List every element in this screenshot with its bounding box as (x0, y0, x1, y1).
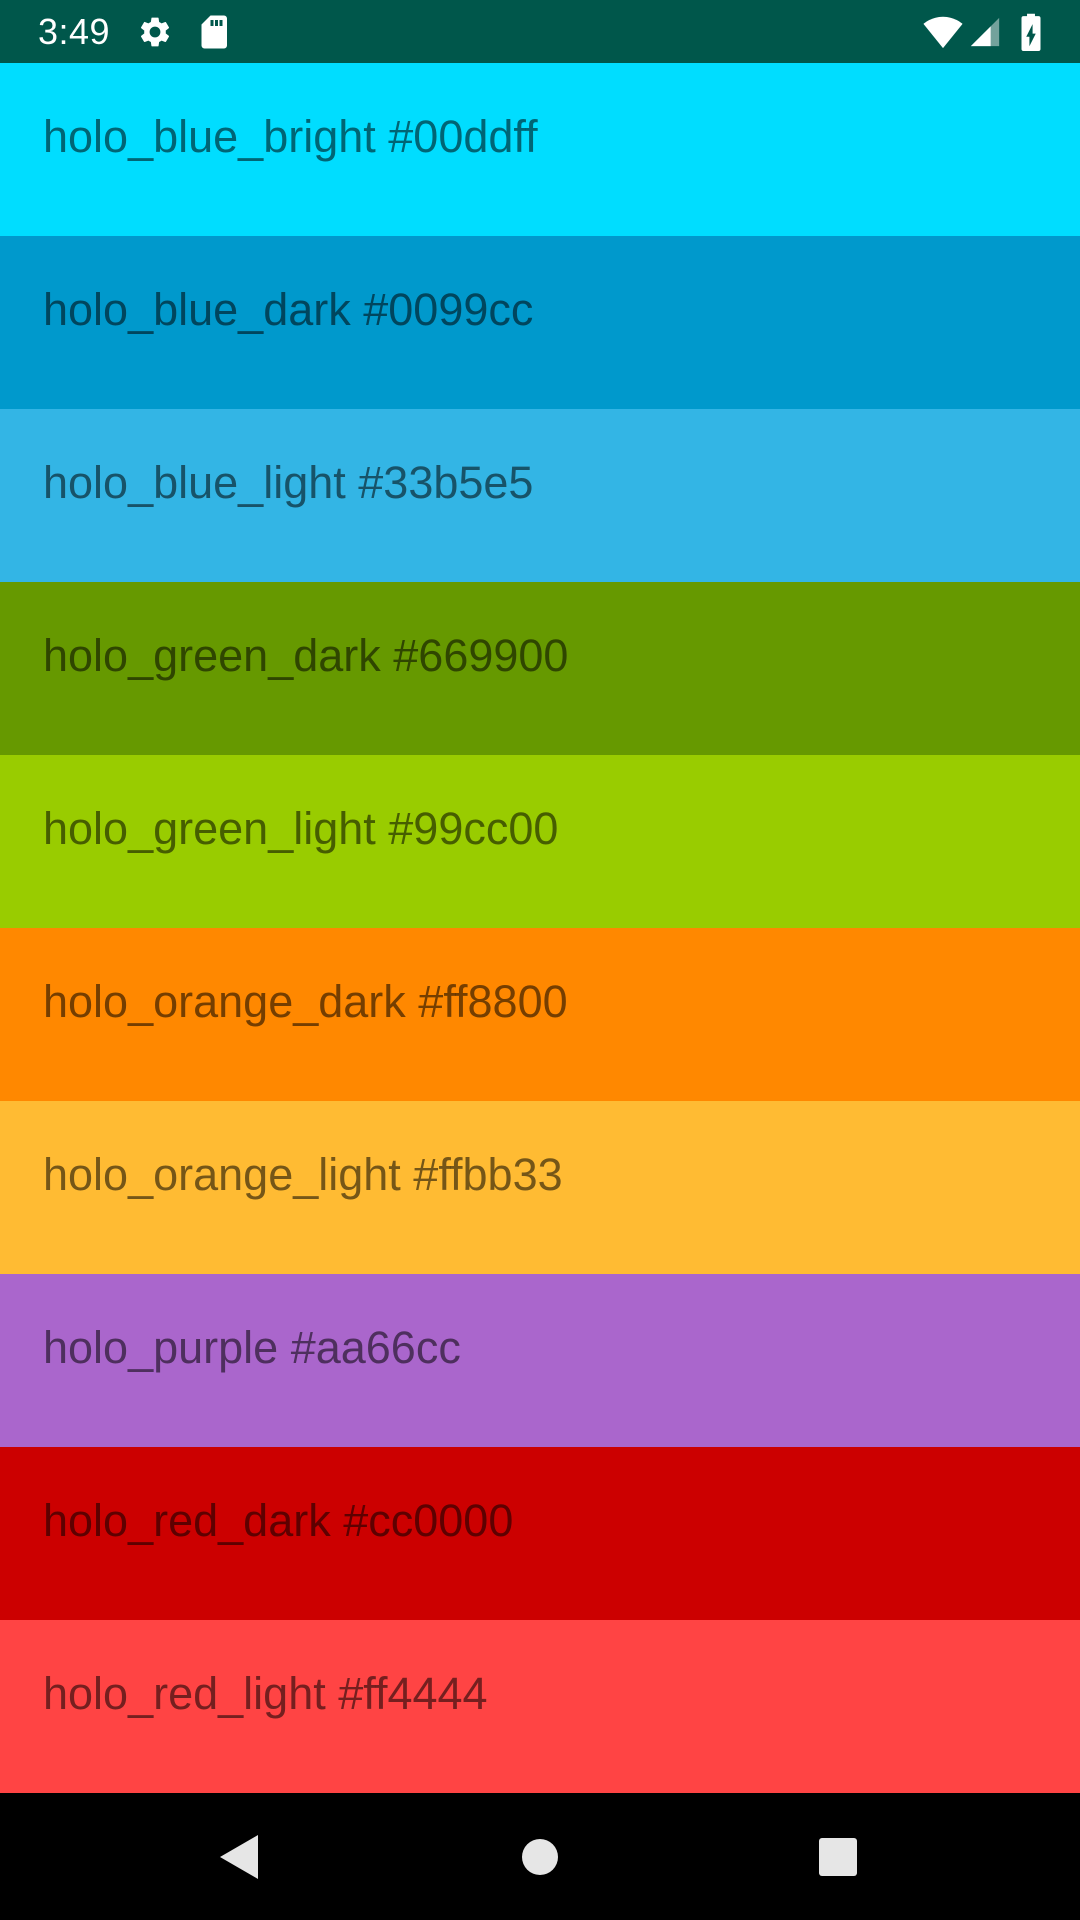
color-label: holo_green_light #99cc00 (43, 803, 559, 854)
home-icon (522, 1838, 558, 1875)
color-label: holo_orange_dark #ff8800 (43, 976, 568, 1027)
gear-icon (137, 0, 173, 63)
back-icon (220, 1834, 258, 1879)
status-bar: 3:49 (0, 0, 1080, 63)
home-button[interactable] (470, 1793, 610, 1920)
color-item-holo-orange-dark[interactable]: holo_orange_dark #ff8800 (0, 928, 1080, 1101)
color-item-holo-blue-dark[interactable]: holo_blue_dark #0099cc (0, 236, 1080, 409)
color-item-holo-blue-bright[interactable]: holo_blue_bright #00ddff (0, 63, 1080, 236)
color-label: holo_green_dark #669900 (43, 630, 569, 681)
color-item-holo-purple[interactable]: holo_purple #aa66cc (0, 1274, 1080, 1447)
color-label: holo_red_light #ff4444 (43, 1668, 488, 1719)
color-label: holo_blue_light #33b5e5 (43, 457, 534, 508)
color-label: holo_red_dark #cc0000 (43, 1495, 514, 1546)
color-label: holo_purple #aa66cc (43, 1322, 461, 1373)
cell-signal-icon (968, 0, 1002, 63)
wifi-icon (922, 0, 964, 63)
color-label: holo_blue_bright #00ddff (43, 111, 538, 162)
color-item-holo-red-light[interactable]: holo_red_light #ff4444 (0, 1620, 1080, 1793)
battery-charging-icon (1016, 0, 1046, 63)
sd-card-icon (200, 0, 230, 63)
navigation-bar (0, 1793, 1080, 1920)
color-item-holo-blue-light[interactable]: holo_blue_light #33b5e5 (0, 409, 1080, 582)
color-item-holo-red-dark[interactable]: holo_red_dark #cc0000 (0, 1447, 1080, 1620)
color-item-holo-green-dark[interactable]: holo_green_dark #669900 (0, 582, 1080, 755)
color-label: holo_orange_light #ffbb33 (43, 1149, 563, 1200)
color-label: holo_blue_dark #0099cc (43, 284, 534, 335)
recents-button[interactable] (768, 1793, 908, 1920)
recents-icon (819, 1837, 857, 1876)
color-item-holo-green-light[interactable]: holo_green_light #99cc00 (0, 755, 1080, 928)
back-button[interactable] (168, 1793, 308, 1920)
status-time: 3:49 (38, 11, 111, 52)
color-item-holo-orange-light[interactable]: holo_orange_light #ffbb33 (0, 1101, 1080, 1274)
color-list[interactable]: holo_blue_bright #00ddff holo_blue_dark … (0, 63, 1080, 1793)
